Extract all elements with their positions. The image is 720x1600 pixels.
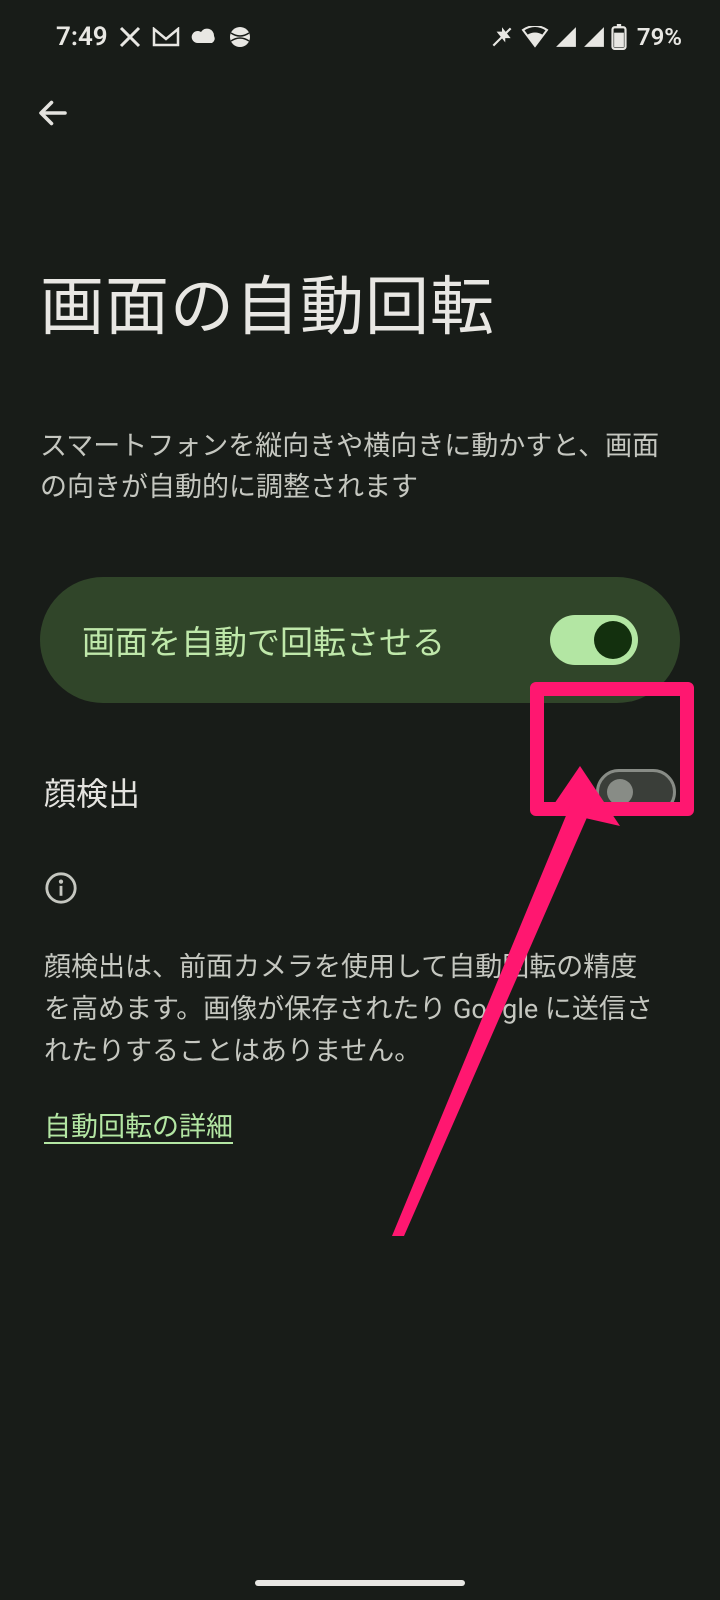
home-indicator[interactable] [255,1580,465,1586]
status-time: 7:49 [56,22,108,52]
auto-rotate-toggle-card[interactable]: 画面を自動で回転させる [40,577,680,703]
signal-icon-1 [555,26,577,48]
x-icon [118,25,142,49]
face-detection-row[interactable]: 顔検出 [0,769,720,815]
status-left: 7:49 [56,22,252,52]
face-detection-label: 顔検出 [44,769,140,815]
status-right: 79% [489,23,682,51]
arrow-back-icon [35,95,71,131]
sports-icon [228,25,252,49]
battery-icon [611,24,627,50]
info-icon [44,871,78,905]
info-block: 顔検出は、前面カメラを使用して自動回転の精度を高めます。画像が保存されたり Go… [0,815,720,1144]
cloud-icon [190,27,218,47]
page-title: 画面の自動回転 [40,256,680,348]
page-description: スマートフォンを縦向きや横向きに動かすと、画面の向きが自動的に調整されます [40,426,680,507]
face-detection-switch[interactable] [596,769,676,815]
vibrate-icon [489,24,515,50]
title-block: 画面の自動回転 スマートフォンを縦向きや横向きに動かすと、画面の向きが自動的に調… [0,136,720,507]
gmail-icon [152,27,180,47]
back-button[interactable] [30,90,76,136]
auto-rotate-label: 画面を自動で回転させる [82,616,445,664]
signal-icon-2 [583,26,605,48]
learn-more-link[interactable]: 自動回転の詳細 [44,1105,233,1144]
info-text: 顔検出は、前面カメラを使用して自動回転の精度を高めます。画像が保存されたり Go… [44,947,664,1073]
auto-rotate-switch[interactable] [550,615,638,665]
status-bar: 7:49 [0,0,720,60]
header [0,60,720,136]
wifi-icon [521,26,549,48]
battery-percent: 79% [637,23,682,51]
